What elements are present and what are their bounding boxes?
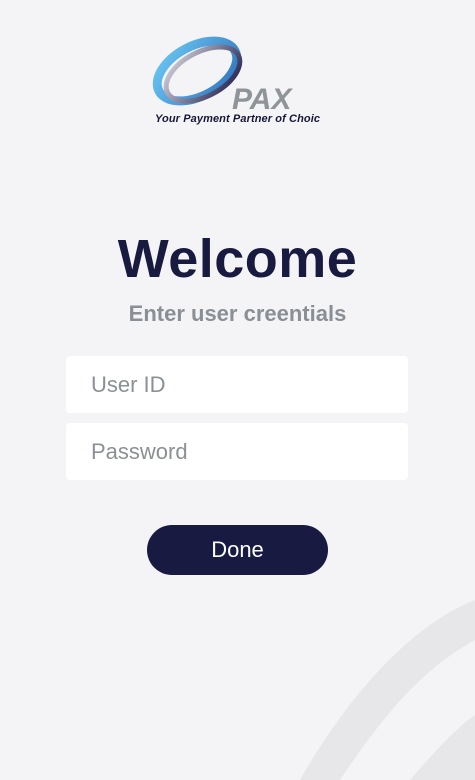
brand-tagline: Your Payment Partner of Choic [155,113,321,125]
login-subtitle: Enter user creentials [128,301,347,326]
pax-logo: PAX Your Payment Partner of Choic [150,34,330,129]
password-input[interactable] [66,423,408,480]
pax-logo-text: PAX [232,83,293,114]
page-title: Welcome [117,229,358,289]
done-button[interactable]: Done [147,525,328,575]
pax-swirl-logo-icon: PAX [152,36,293,114]
user-id-input[interactable] [66,356,408,413]
